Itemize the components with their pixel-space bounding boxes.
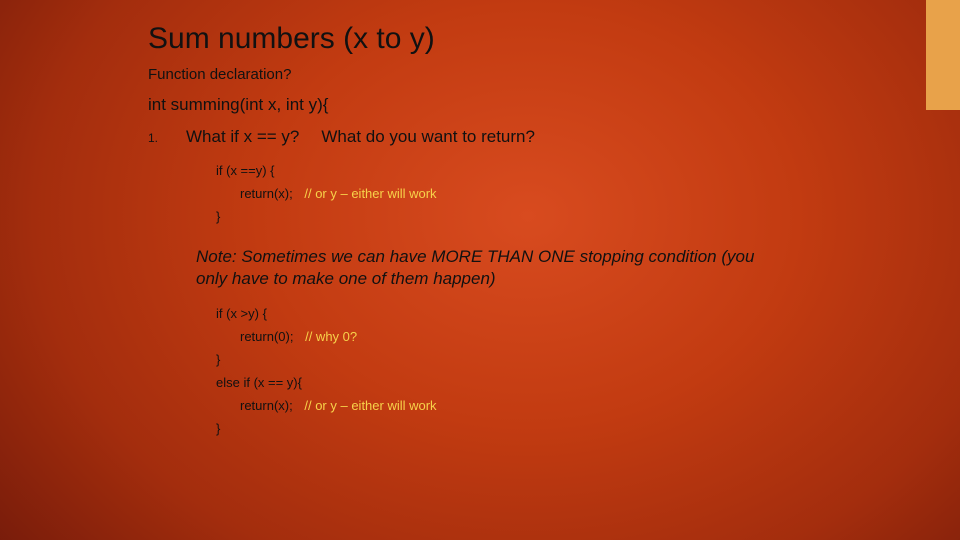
code-close-brace: }: [216, 209, 888, 224]
code-close-brace: }: [216, 421, 888, 436]
code-comment: // or y – either will work: [304, 186, 436, 201]
question-condition: What if x == y?: [186, 127, 299, 147]
code-block-2: if (x >y) { return(0); // why 0? } else …: [216, 306, 888, 436]
slide-content: Sum numbers (x to y) Function declaratio…: [148, 22, 888, 444]
note-text: Note: Sometimes we can have MORE THAN ON…: [196, 246, 756, 290]
question-line: 1. What if x == y? What do you want to r…: [148, 127, 888, 147]
code-return: return(x);: [240, 398, 293, 413]
code-line: return(x); // or y – either will work: [240, 398, 888, 413]
code-line: else if (x == y){: [216, 375, 888, 390]
slide: Sum numbers (x to y) Function declaratio…: [0, 0, 960, 540]
code-comment: // or y – either will work: [304, 398, 436, 413]
list-number: 1.: [148, 131, 164, 145]
code-close-brace: }: [216, 352, 888, 367]
subtitle: Function declaration?: [148, 66, 888, 83]
code-block-1: if (x ==y) { return(x); // or y – either…: [216, 163, 888, 224]
slide-title: Sum numbers (x to y): [148, 22, 888, 56]
code-return: return(x);: [240, 186, 293, 201]
code-line: if (x ==y) {: [216, 163, 888, 178]
code-line: return(0); // why 0?: [240, 329, 888, 344]
code-line: if (x >y) {: [216, 306, 888, 321]
code-return: return(0);: [240, 329, 293, 344]
code-comment: // why 0?: [305, 329, 357, 344]
code-line: return(x); // or y – either will work: [240, 186, 888, 201]
accent-tab: [926, 0, 960, 110]
question-return: What do you want to return?: [321, 127, 535, 147]
function-declaration: int summing(int x, int y){: [148, 95, 888, 115]
